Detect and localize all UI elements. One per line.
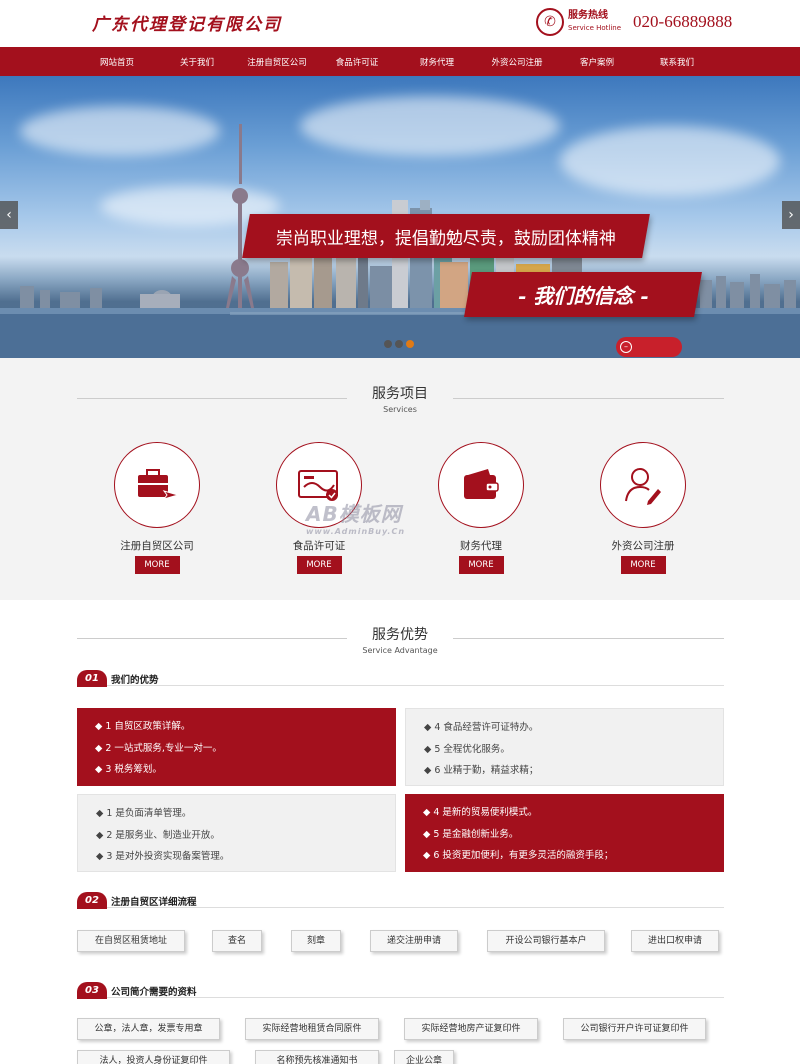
advantage-box: ◆ 1 是负面清单管理。 ◆ 2 是服务业、制造业开放。 ◆ 3 是对外投资实现… [77, 794, 396, 872]
minus-circle-icon: – [620, 341, 632, 353]
service-more-button[interactable]: MORE [134, 556, 180, 574]
service-more-button[interactable]: MORE [620, 556, 666, 574]
process-step[interactable]: 刻章 [291, 930, 341, 952]
document-item[interactable]: 实际经营地租赁合同原件 [245, 1018, 379, 1040]
advantage-item: ◆ 1 是负面清单管理。 [96, 808, 192, 819]
banner-badge: – [616, 337, 682, 357]
advantage-item: ◆ 3 是对外投资实现备案管理。 [96, 851, 230, 862]
divider [77, 638, 347, 639]
phone-icon: ✆ [536, 8, 564, 36]
user-pen-icon[interactable] [600, 442, 686, 528]
next-slide-button[interactable]: › [782, 201, 800, 229]
document-item[interactable]: 名称预先核准通知书 [255, 1050, 379, 1064]
site-logo[interactable]: 广东代理登记有限公司 [92, 10, 282, 35]
hotline-label: 服务热线 [568, 10, 608, 21]
service-card: 外资公司注册 MORE [583, 442, 703, 574]
services-title: 服务项目 [372, 386, 428, 402]
service-card: 注册自贸区公司 MORE [97, 442, 217, 574]
advantage-box: ◆ 4 是新的贸易便利模式。 ◆ 5 是金融创新业务。 ◆ 6 投资更加便利，有… [405, 794, 724, 872]
advantage-box: ◆ 4 食品经营许可证特办。 ◆ 5 全程优化服务。 ◆ 6 业精于勤，精益求精… [405, 708, 724, 786]
service-label: 注册自贸区公司 [120, 540, 194, 552]
wallet-icon[interactable] [438, 442, 524, 528]
hotline-label-en: Service Hotline [568, 24, 622, 32]
nav-item-finance[interactable]: 财务代理 [397, 56, 477, 68]
process-step[interactable]: 在自贸区租赁地址 [77, 930, 185, 952]
services-subtitle: Services [383, 405, 417, 414]
advantage-subtitle: Service Advantage [362, 646, 438, 655]
advantage-item: ◆ 2 是服务业、制造业开放。 [96, 829, 220, 841]
advantage-item: ◆ 1 自贸区政策详解。 [95, 721, 191, 732]
subsection-title: 我们的优势 [111, 675, 159, 686]
subsection-number: 03 [77, 982, 107, 999]
advantage-item: ◆ 6 投资更加便利，有更多灵活的融资手段； [423, 850, 614, 861]
nav-item-food-license[interactable]: 食品许可证 [317, 56, 397, 68]
advantage-item: ◆ 5 是金融创新业务。 [423, 828, 519, 840]
hotline: ✆ 服务热线 Service Hotline 020-66889888 [536, 8, 732, 36]
subsection-number: 02 [77, 892, 107, 909]
advantage-item: ◆ 6 业精于勤，精益求精； [424, 765, 539, 776]
slide-dot-1[interactable] [384, 340, 392, 348]
advantage-item: ◆ 4 是新的贸易便利模式。 [423, 807, 538, 818]
slide-indicators [384, 340, 414, 348]
advantage-item: ◆ 5 全程优化服务。 [424, 743, 510, 755]
service-label: 食品许可证 [292, 540, 346, 552]
watermark: AB模板网 www.AdminBuy.Cn [306, 502, 406, 536]
process-step[interactable]: 查名 [212, 930, 262, 952]
advantage-item: ◆ 2 一站式服务,专业一对一。 [95, 742, 222, 754]
briefcase-plane-icon[interactable] [114, 442, 200, 528]
subsection-title: 公司简介需要的资料 [111, 987, 197, 998]
slide-dot-3[interactable] [406, 340, 414, 348]
nav-item-foreign-company[interactable]: 外资公司注册 [477, 56, 557, 68]
process-step[interactable]: 开设公司银行基本户 [487, 930, 605, 952]
advantage-heading: 服务优势 Service Advantage [0, 600, 800, 655]
service-card: 财务代理 MORE [421, 442, 541, 574]
divider [453, 398, 724, 399]
process-step[interactable]: 递交注册申请 [370, 930, 458, 952]
document-item[interactable]: 法人，投资人身份证复印件 [77, 1050, 230, 1064]
advantage-item: ◆ 3 税务筹划。 [95, 764, 162, 775]
services-section: 服务项目 Services 注册自贸区公司 MORE 食品许可证 MORE 财务… [0, 358, 800, 600]
hotline-number: 020-66889888 [633, 12, 733, 31]
subsection-title: 注册自贸区详细流程 [111, 897, 197, 908]
banner-tagline: - 我们的信念 - [464, 272, 702, 317]
nav-item-home[interactable]: 网站首页 [77, 56, 157, 68]
advantage-box: ◆ 1 自贸区政策详解。 ◆ 2 一站式服务,专业一对一。 ◆ 3 税务筹划。 [77, 708, 396, 786]
subsection-header: 01 我们的优势 [77, 670, 724, 687]
process-step[interactable]: 进出口权申请 [631, 930, 719, 952]
document-item[interactable]: 企业公章 [394, 1050, 454, 1064]
main-nav: 网站首页 关于我们 注册自贸区公司 食品许可证 财务代理 外资公司注册 客户案例… [0, 47, 800, 76]
advantage-item: ◆ 4 食品经营许可证特办。 [424, 722, 539, 733]
document-item[interactable]: 公章，法人章，发票专用章 [77, 1018, 220, 1040]
banner-slogan: 崇尚职业理想，提倡勤勉尽责，鼓励团体精神 [242, 214, 650, 258]
advantage-title: 服务优势 [372, 627, 428, 643]
nav-item-about[interactable]: 关于我们 [157, 56, 237, 68]
service-more-button[interactable]: MORE [296, 556, 342, 574]
advantage-section: 服务优势 Service Advantage 01 我们的优势 ◆ 1 自贸区政… [0, 600, 800, 1064]
service-label: 财务代理 [460, 540, 502, 552]
nav-item-ftz-company[interactable]: 注册自贸区公司 [237, 56, 317, 68]
divider [453, 638, 724, 639]
nav-item-cases[interactable]: 客户案例 [557, 56, 637, 68]
document-item[interactable]: 公司银行开户许可证复印件 [563, 1018, 706, 1040]
service-more-button[interactable]: MORE [458, 556, 504, 574]
slide-dot-2[interactable] [395, 340, 403, 348]
document-item[interactable]: 实际经营地房产证复印件 [404, 1018, 538, 1040]
subsection-header: 02 注册自贸区详细流程 [77, 892, 724, 909]
subsection-number: 01 [77, 670, 107, 687]
prev-slide-button[interactable]: ‹ [0, 201, 18, 229]
site-header: 广东代理登记有限公司 ✆ 服务热线 Service Hotline 020-66… [0, 0, 800, 47]
subsection-header: 03 公司简介需要的资料 [77, 982, 724, 999]
hero-banner: 崇尚职业理想，提倡勤勉尽责，鼓励团体精神 - 我们的信念 - – ‹ › [0, 76, 800, 358]
divider [77, 398, 347, 399]
nav-item-contact[interactable]: 联系我们 [637, 56, 717, 68]
service-label: 外资公司注册 [611, 540, 675, 552]
services-heading: 服务项目 Services [0, 358, 800, 414]
